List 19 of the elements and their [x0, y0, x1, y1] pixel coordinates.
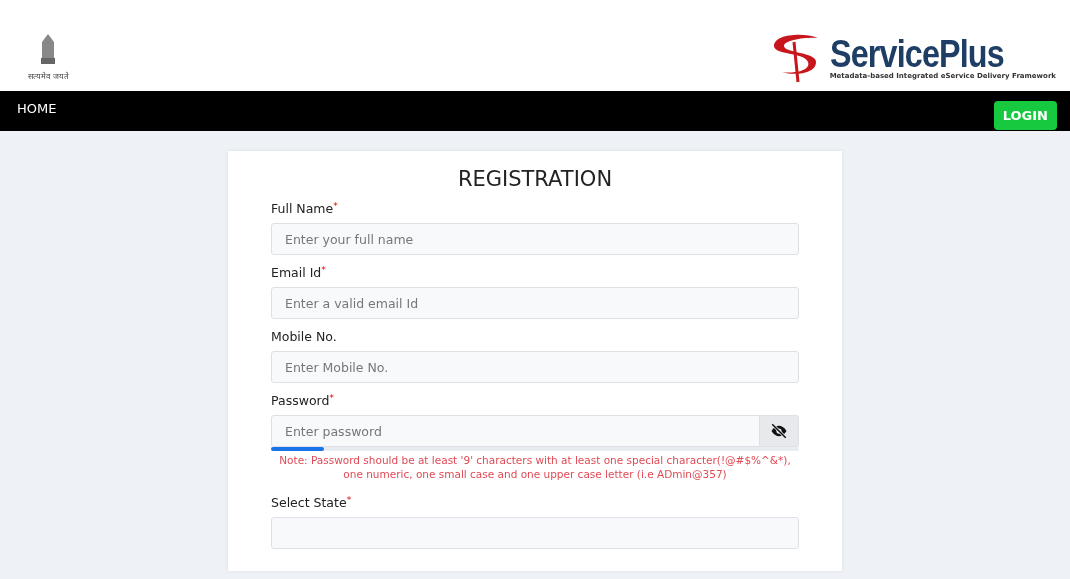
- required-marker: *: [333, 201, 338, 211]
- field-label: Select State: [271, 495, 347, 510]
- text-field[interactable]: Enter your full name: [271, 223, 799, 255]
- password-note: Note: Password should be at least '9' characters with at least one special character(!@#$%^&*), one numeric, one small case and one upper case letter (i.e ADmin@357): [278, 453, 792, 481]
- text-field[interactable]: Enter Mobile No.: [271, 351, 799, 383]
- required-marker: *: [321, 265, 326, 275]
- field-label: Password: [271, 393, 330, 408]
- field-label: Full Name: [271, 201, 334, 216]
- password-field[interactable]: Enter password: [271, 415, 760, 447]
- required-marker: *: [346, 495, 352, 505]
- field-label: Email Id: [271, 265, 322, 280]
- text-field[interactable]: Enter a valid email Id: [271, 287, 799, 319]
- field-label: Mobile No.: [271, 329, 337, 344]
- nav-link[interactable]: HOME: [17, 101, 57, 116]
- form-title: REGISTRATION: [456, 167, 614, 191]
- brand-name: ServicePlus: [829, 35, 1004, 72]
- emblem-motto: सत्यमेव जयते: [28, 71, 69, 81]
- eye-off-icon[interactable]: [770, 423, 788, 439]
- required-marker: *: [329, 393, 334, 403]
